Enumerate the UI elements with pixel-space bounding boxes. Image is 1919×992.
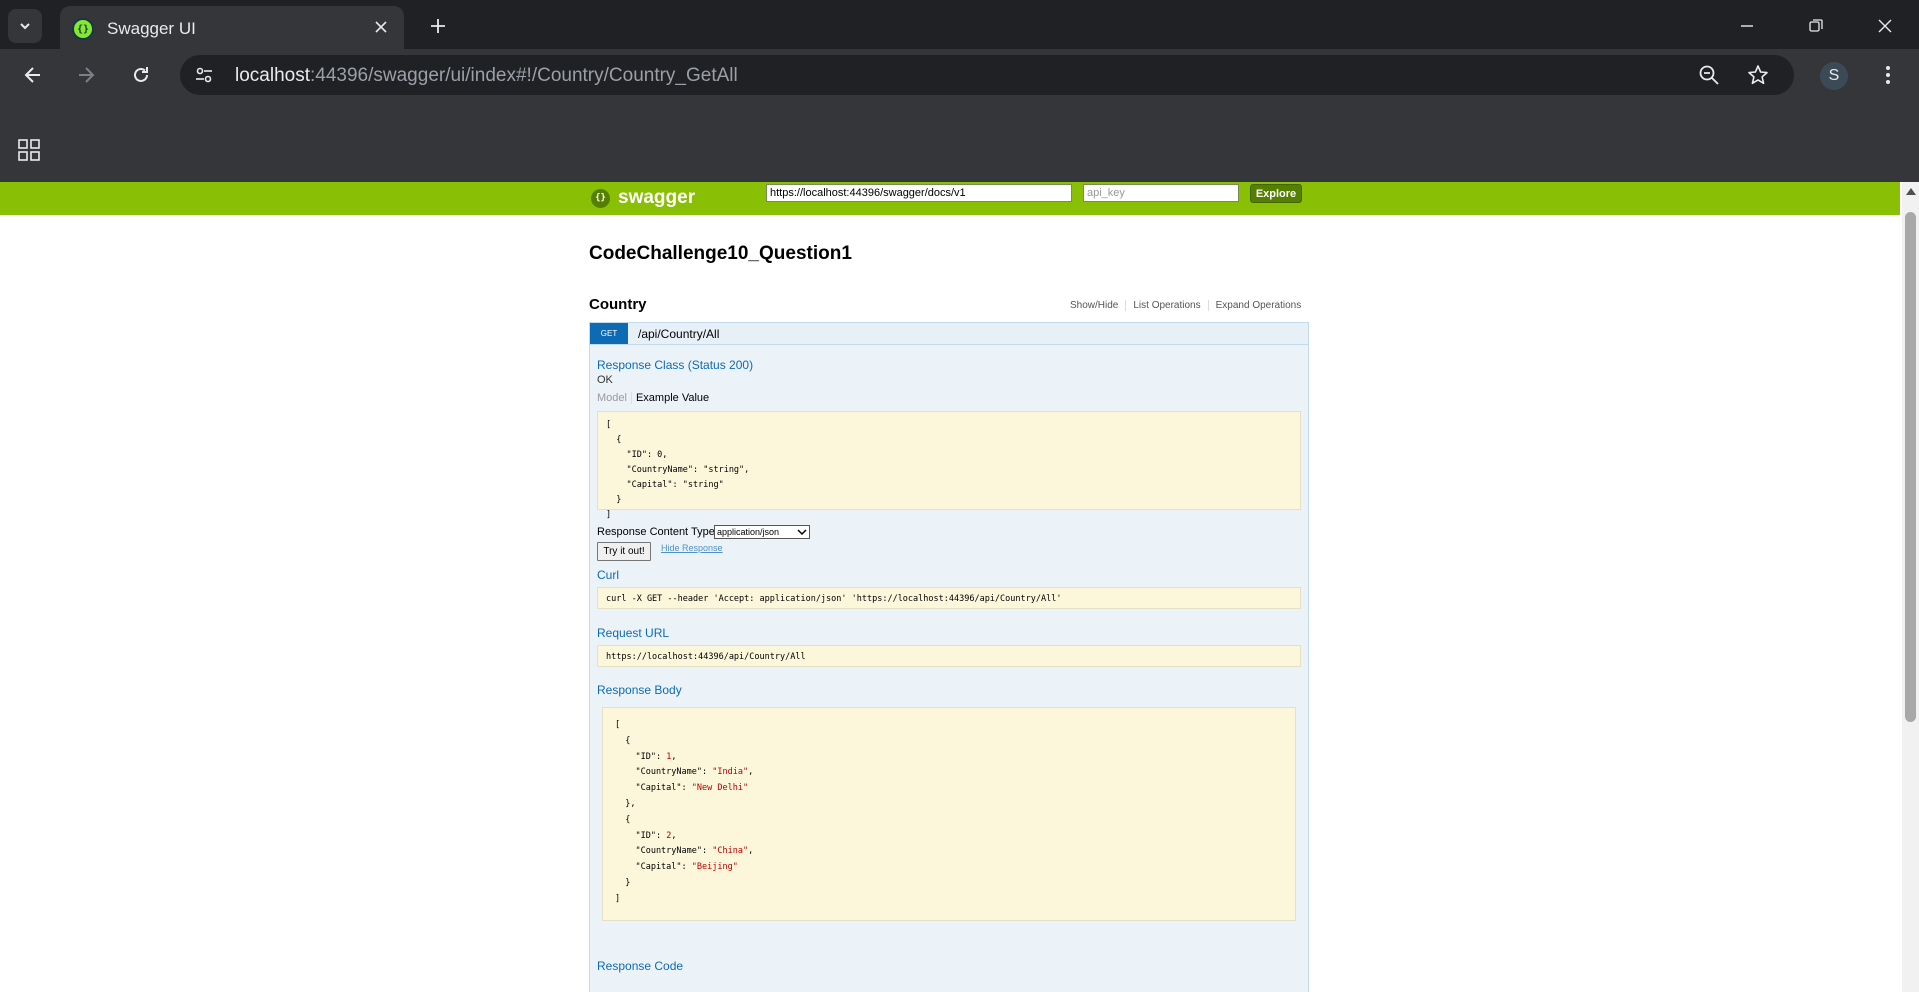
restore-icon bbox=[1809, 19, 1823, 32]
expand-operations-link[interactable]: Expand Operations bbox=[1207, 300, 1301, 311]
request-url-title: Request URL bbox=[597, 626, 670, 640]
star-icon bbox=[1748, 65, 1768, 85]
active-tab[interactable]: {} Swagger UI bbox=[60, 6, 404, 49]
scroll-up-arrow-icon[interactable] bbox=[1906, 188, 1916, 195]
operation-content: Response Class (Status 200) OK Model Exa… bbox=[589, 345, 1309, 992]
response-class-description: OK bbox=[597, 374, 613, 386]
new-tab-button[interactable] bbox=[426, 14, 450, 38]
forward-button[interactable] bbox=[72, 61, 100, 89]
scrollbar-thumb[interactable] bbox=[1905, 212, 1916, 722]
page-scrollbar[interactable] bbox=[1902, 182, 1919, 992]
curl-command: curl -X GET --header 'Accept: applicatio… bbox=[606, 594, 1062, 604]
bookmark-button[interactable] bbox=[1746, 63, 1770, 87]
tab-search-button[interactable] bbox=[8, 9, 42, 43]
browser-tab-strip: {} Swagger UI bbox=[0, 0, 1919, 49]
response-code-title: Response Code bbox=[597, 959, 684, 973]
hide-response-link[interactable]: Hide Response bbox=[661, 543, 723, 553]
arrow-left-icon bbox=[24, 67, 40, 83]
example-value-tab[interactable]: Example Value bbox=[632, 392, 709, 404]
response-class-title: Response Class (Status 200) bbox=[597, 358, 754, 372]
url-path: :44396/swagger/ui/index#!/Country/Countr… bbox=[310, 65, 738, 86]
address-bar[interactable]: localhost:44396/swagger/ui/index#!/Count… bbox=[180, 55, 1794, 95]
more-vert-icon bbox=[1886, 66, 1890, 84]
response-body-box[interactable]: [ { "ID": 1, "CountryName": "India", "Ca… bbox=[602, 707, 1296, 921]
site-info-button[interactable] bbox=[192, 63, 216, 87]
tab-title: Swagger UI bbox=[107, 19, 196, 38]
close-window-button[interactable] bbox=[1871, 12, 1899, 40]
zoom-out-icon bbox=[1699, 65, 1719, 85]
reload-button[interactable] bbox=[127, 61, 155, 89]
minimize-button[interactable] bbox=[1733, 12, 1761, 40]
close-icon bbox=[375, 21, 387, 33]
minimize-icon bbox=[1741, 25, 1753, 27]
response-body-title: Response Body bbox=[597, 683, 682, 697]
back-button[interactable] bbox=[19, 61, 47, 89]
browser-menu-button[interactable] bbox=[1876, 61, 1900, 89]
model-tab[interactable]: Model bbox=[597, 392, 632, 404]
content-type-label: Response Content Type bbox=[597, 526, 715, 538]
explore-button[interactable]: Explore bbox=[1250, 184, 1302, 203]
api-title: CodeChallenge10_Question1 bbox=[589, 243, 852, 264]
resource-name[interactable]: Country bbox=[589, 296, 647, 313]
bookmarks-bar bbox=[0, 101, 1919, 182]
apps-grid-icon bbox=[18, 139, 40, 161]
url-text[interactable]: localhost:44396/swagger/ui/index#!/Count… bbox=[235, 65, 738, 87]
arrow-right-icon bbox=[79, 67, 95, 83]
swagger-logo-text: swagger bbox=[618, 187, 696, 208]
page-viewport: {} swagger Explore CodeChallenge10_Quest… bbox=[0, 182, 1919, 992]
api-key-input[interactable] bbox=[1083, 184, 1239, 202]
example-value-box[interactable]: [ { "ID": 0, "CountryName": "string", "C… bbox=[597, 411, 1301, 520]
browser-toolbar: localhost:44396/swagger/ui/index#!/Count… bbox=[0, 49, 1919, 101]
operation-heading[interactable]: GET /api/Country/All bbox=[589, 322, 1309, 345]
plus-icon bbox=[431, 19, 445, 33]
request-url-box[interactable]: https://localhost:44396/api/Country/All bbox=[597, 645, 1301, 667]
operation-path[interactable]: /api/Country/All bbox=[638, 327, 719, 341]
request-url-value: https://localhost:44396/api/Country/All bbox=[606, 652, 806, 662]
curl-box[interactable]: curl -X GET --header 'Accept: applicatio… bbox=[597, 587, 1301, 609]
reload-icon bbox=[134, 67, 148, 82]
tab-close-button[interactable] bbox=[370, 16, 392, 38]
chevron-down-icon bbox=[797, 529, 807, 536]
profile-avatar[interactable]: S bbox=[1820, 62, 1848, 90]
close-icon bbox=[1878, 19, 1892, 33]
url-host: localhost bbox=[235, 65, 310, 86]
response-body-code: [ { "ID": 1, "CountryName": "India", "Ca… bbox=[615, 720, 754, 904]
http-method-badge[interactable]: GET bbox=[590, 323, 628, 344]
apps-button[interactable] bbox=[17, 138, 41, 162]
zoom-button[interactable] bbox=[1697, 63, 1721, 87]
content-type-value: application/json bbox=[717, 527, 780, 537]
resource-actions: Show/Hide List Operations Expand Operati… bbox=[1070, 300, 1301, 311]
restore-button[interactable] bbox=[1802, 12, 1830, 40]
example-value-code: [ { "ID": 0, "CountryName": "string", "C… bbox=[606, 420, 750, 520]
show-hide-link[interactable]: Show/Hide bbox=[1070, 300, 1125, 311]
content-type-select[interactable]: application/json bbox=[714, 525, 810, 539]
try-it-out-button[interactable]: Try it out! bbox=[597, 542, 651, 561]
list-operations-link[interactable]: List Operations bbox=[1125, 300, 1207, 311]
curl-title: Curl bbox=[597, 568, 620, 582]
tune-icon bbox=[196, 67, 212, 83]
swagger-logo-icon: {} bbox=[591, 188, 610, 208]
chevron-down-icon bbox=[20, 23, 30, 30]
spec-url-input[interactable] bbox=[766, 184, 1072, 202]
model-tabs: Model Example Value bbox=[597, 392, 709, 404]
swagger-logo[interactable]: {} swagger bbox=[591, 187, 695, 209]
swagger-favicon-icon: {} bbox=[72, 18, 94, 40]
swagger-header: {} swagger Explore bbox=[0, 182, 1900, 215]
